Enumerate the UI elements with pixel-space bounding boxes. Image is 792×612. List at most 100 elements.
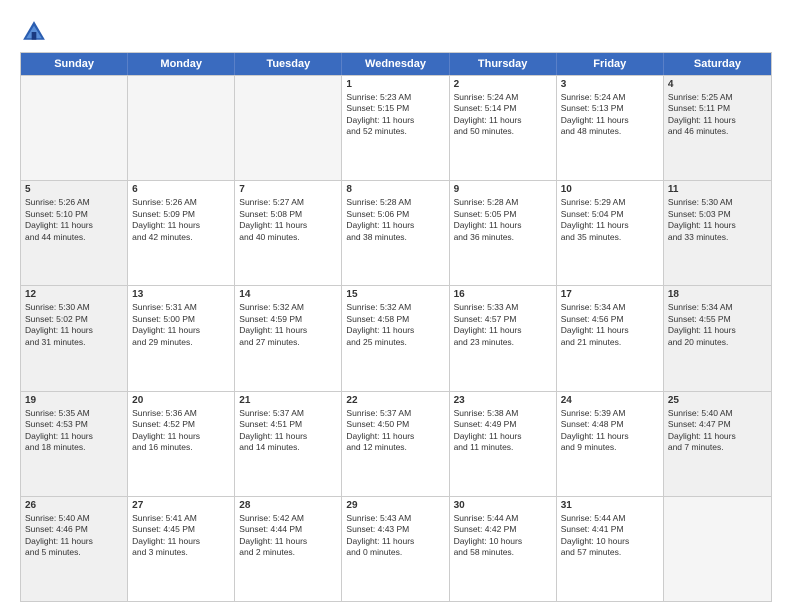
cell-line-1: Sunset: 4:51 PM (239, 419, 337, 430)
cell-line-1: Sunset: 4:48 PM (561, 419, 659, 430)
empty-cell-r4c6 (664, 497, 771, 601)
cell-line-0: Sunrise: 5:35 AM (25, 408, 123, 419)
cell-line-3: and 52 minutes. (346, 126, 444, 137)
cell-line-0: Sunrise: 5:37 AM (346, 408, 444, 419)
cell-line-2: Daylight: 11 hours (561, 220, 659, 231)
cell-line-0: Sunrise: 5:36 AM (132, 408, 230, 419)
cell-line-3: and 48 minutes. (561, 126, 659, 137)
day-cell-27: 27Sunrise: 5:41 AMSunset: 4:45 PMDayligh… (128, 497, 235, 601)
cell-line-0: Sunrise: 5:26 AM (132, 197, 230, 208)
cell-line-1: Sunset: 4:41 PM (561, 524, 659, 535)
day-cell-26: 26Sunrise: 5:40 AMSunset: 4:46 PMDayligh… (21, 497, 128, 601)
day-cell-24: 24Sunrise: 5:39 AMSunset: 4:48 PMDayligh… (557, 392, 664, 496)
cell-line-0: Sunrise: 5:34 AM (561, 302, 659, 313)
cell-line-2: Daylight: 11 hours (132, 431, 230, 442)
logo (20, 18, 52, 46)
day-number-21: 21 (239, 395, 337, 406)
header (20, 18, 772, 46)
cell-line-1: Sunset: 5:05 PM (454, 209, 552, 220)
day-number-20: 20 (132, 395, 230, 406)
cell-line-3: and 31 minutes. (25, 337, 123, 348)
cell-line-3: and 11 minutes. (454, 442, 552, 453)
calendar: SundayMondayTuesdayWednesdayThursdayFrid… (20, 52, 772, 602)
day-number-29: 29 (346, 500, 444, 511)
day-cell-4: 4Sunrise: 5:25 AMSunset: 5:11 PMDaylight… (664, 76, 771, 180)
day-number-3: 3 (561, 79, 659, 90)
cell-line-3: and 3 minutes. (132, 547, 230, 558)
cell-line-0: Sunrise: 5:37 AM (239, 408, 337, 419)
cell-line-3: and 42 minutes. (132, 232, 230, 243)
day-cell-23: 23Sunrise: 5:38 AMSunset: 4:49 PMDayligh… (450, 392, 557, 496)
cell-line-3: and 29 minutes. (132, 337, 230, 348)
cell-line-0: Sunrise: 5:38 AM (454, 408, 552, 419)
cell-line-0: Sunrise: 5:30 AM (668, 197, 767, 208)
day-cell-20: 20 Sunrise: 5:36 AMSunset: 4:52 PMDayligh… (128, 392, 235, 496)
cell-line-2: Daylight: 11 hours (454, 325, 552, 336)
cell-line-2: Daylight: 11 hours (239, 431, 337, 442)
cell-line-2: Daylight: 11 hours (346, 431, 444, 442)
day-number-30: 30 (454, 500, 552, 511)
cell-line-3: and 16 minutes. (132, 442, 230, 453)
cell-line-2: Daylight: 11 hours (346, 536, 444, 547)
day-cell-3: 3Sunrise: 5:24 AMSunset: 5:13 PMDaylight… (557, 76, 664, 180)
cell-line-2: Daylight: 11 hours (668, 220, 767, 231)
cell-line-2: Daylight: 11 hours (668, 325, 767, 336)
day-cell-22: 22Sunrise: 5:37 AMSunset: 4:50 PMDayligh… (342, 392, 449, 496)
day-cell-19: 19Sunrise: 5:35 AMSunset: 4:53 PMDayligh… (21, 392, 128, 496)
cell-line-1: Sunset: 4:45 PM (132, 524, 230, 535)
weekday-header-friday: Friday (557, 53, 664, 75)
cell-line-0: Sunrise: 5:25 AM (668, 92, 767, 103)
cell-line-0: Sunrise: 5:28 AM (346, 197, 444, 208)
cell-line-3: and 7 minutes. (668, 442, 767, 453)
cell-line-1: Sunset: 4:46 PM (25, 524, 123, 535)
cell-line-0: Sunrise: 5:28 AM (454, 197, 552, 208)
cell-line-0: Sunrise: 5:32 AM (346, 302, 444, 313)
cell-line-0: Sunrise: 5:44 AM (454, 513, 552, 524)
cell-line-3: and 50 minutes. (454, 126, 552, 137)
cell-line-1: Sunset: 4:52 PM (132, 419, 230, 430)
day-number-5: 5 (25, 184, 123, 195)
cell-line-2: Daylight: 11 hours (132, 220, 230, 231)
calendar-row-0: 1Sunrise: 5:23 AMSunset: 5:15 PMDaylight… (21, 75, 771, 180)
day-number-6: 6 (132, 184, 230, 195)
cell-line-0: Sunrise: 5:42 AM (239, 513, 337, 524)
day-cell-30: 30Sunrise: 5:44 AMSunset: 4:42 PMDayligh… (450, 497, 557, 601)
day-number-2: 2 (454, 79, 552, 90)
day-number-7: 7 (239, 184, 337, 195)
day-number-8: 8 (346, 184, 444, 195)
day-number-17: 17 (561, 289, 659, 300)
calendar-row-1: 5Sunrise: 5:26 AMSunset: 5:10 PMDaylight… (21, 180, 771, 285)
cell-line-3: and 35 minutes. (561, 232, 659, 243)
cell-line-2: Daylight: 11 hours (132, 325, 230, 336)
cell-line-1: Sunset: 5:00 PM (132, 314, 230, 325)
cell-line-1: Sunset: 5:09 PM (132, 209, 230, 220)
weekday-header-sunday: Sunday (21, 53, 128, 75)
cell-line-2: Daylight: 11 hours (454, 115, 552, 126)
cell-line-0: Sunrise: 5:39 AM (561, 408, 659, 419)
cell-line-1: Sunset: 4:43 PM (346, 524, 444, 535)
day-cell-2: 2Sunrise: 5:24 AMSunset: 5:14 PMDaylight… (450, 76, 557, 180)
weekday-header-saturday: Saturday (664, 53, 771, 75)
cell-line-1: Sunset: 5:15 PM (346, 103, 444, 114)
weekday-header-tuesday: Tuesday (235, 53, 342, 75)
cell-line-1: Sunset: 5:13 PM (561, 103, 659, 114)
cell-line-2: Daylight: 11 hours (25, 220, 123, 231)
calendar-header: SundayMondayTuesdayWednesdayThursdayFrid… (21, 53, 771, 75)
day-number-19: 19 (25, 395, 123, 406)
cell-line-1: Sunset: 5:11 PM (668, 103, 767, 114)
day-cell-31: 31Sunrise: 5:44 AMSunset: 4:41 PMDayligh… (557, 497, 664, 601)
cell-line-3: and 2 minutes. (239, 547, 337, 558)
cell-line-0: Sunrise: 5:33 AM (454, 302, 552, 313)
cell-line-3: and 33 minutes. (668, 232, 767, 243)
cell-line-0: Sunrise: 5:32 AM (239, 302, 337, 313)
cell-line-1: Sunset: 4:56 PM (561, 314, 659, 325)
weekday-header-monday: Monday (128, 53, 235, 75)
cell-line-2: Daylight: 11 hours (25, 325, 123, 336)
cell-line-2: Daylight: 11 hours (668, 115, 767, 126)
cell-line-0: Sunrise: 5:34 AM (668, 302, 767, 313)
weekday-header-thursday: Thursday (450, 53, 557, 75)
cell-line-3: and 20 minutes. (668, 337, 767, 348)
day-cell-7: 7Sunrise: 5:27 AMSunset: 5:08 PMDaylight… (235, 181, 342, 285)
cell-line-3: and 40 minutes. (239, 232, 337, 243)
day-cell-9: 9Sunrise: 5:28 AMSunset: 5:05 PMDaylight… (450, 181, 557, 285)
